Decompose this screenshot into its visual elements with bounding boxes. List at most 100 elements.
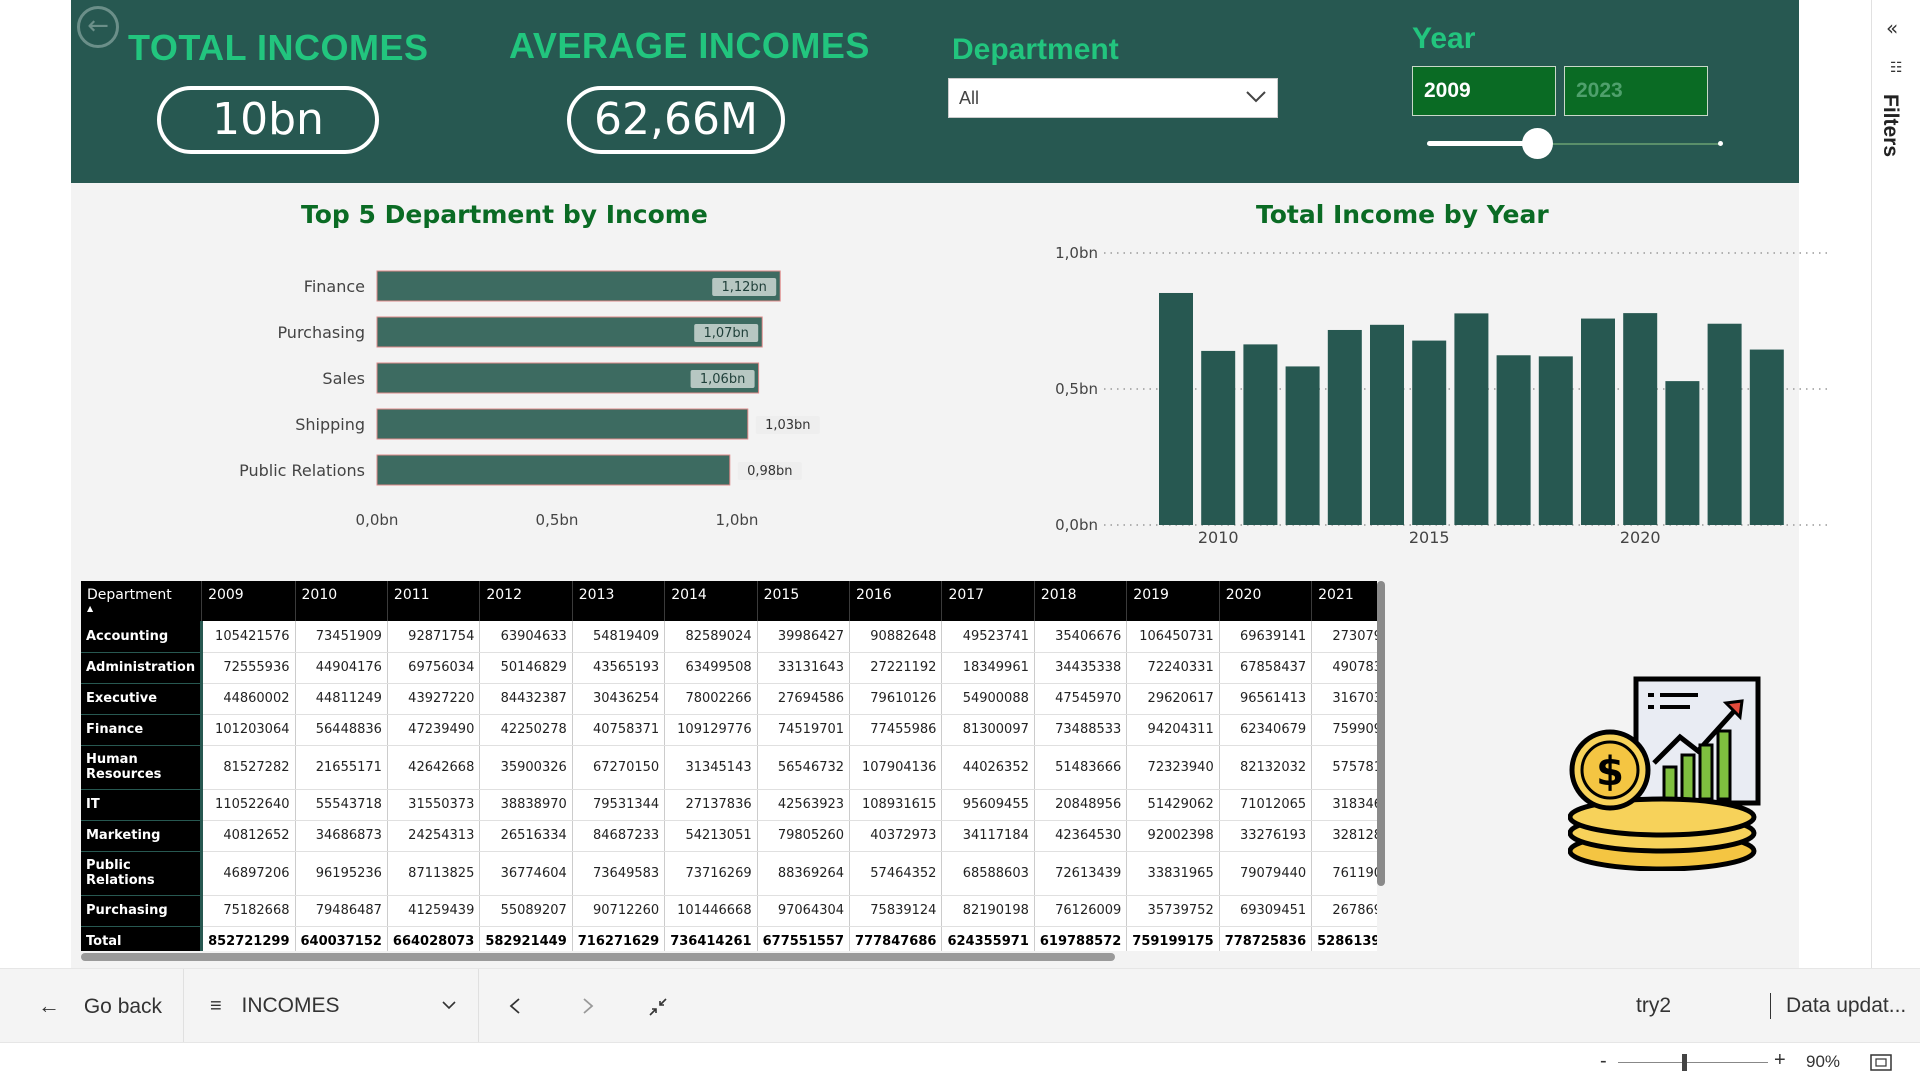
matrix-cell[interactable]: 105421576 bbox=[201, 621, 296, 653]
matrix-cell[interactable]: 42563923 bbox=[757, 789, 851, 821]
year-slider-end-handle[interactable] bbox=[1718, 141, 1723, 146]
matrix-cell[interactable]: 69756034 bbox=[387, 652, 481, 684]
matrix-cell[interactable]: 87113825 bbox=[387, 851, 481, 896]
matrix-cell[interactable]: 619788572 bbox=[1034, 926, 1128, 951]
column-header-year[interactable]: 2017 bbox=[941, 581, 1035, 621]
income-matrix[interactable]: Department ▲ 2009 2010 2011 2012 2013 2014 2015 2… bbox=[81, 581, 1377, 951]
matrix-cell[interactable]: 640037152 bbox=[295, 926, 388, 951]
matrix-cell[interactable]: 74519701 bbox=[757, 714, 851, 746]
matrix-cell[interactable]: 26516334 bbox=[479, 820, 573, 852]
matrix-cell[interactable]: 62340679 bbox=[1219, 714, 1313, 746]
matrix-cell[interactable]: 107904136 bbox=[849, 745, 943, 790]
matrix-cell[interactable]: 54900088 bbox=[941, 683, 1035, 715]
year-from-input[interactable]: 2009 bbox=[1412, 66, 1556, 116]
matrix-cell[interactable]: 57464352 bbox=[849, 851, 943, 896]
row-header-department[interactable]: Executive bbox=[81, 683, 204, 715]
matrix-cell[interactable]: 24254313 bbox=[387, 820, 481, 852]
matrix-cell[interactable]: 97064304 bbox=[757, 895, 851, 927]
matrix-cell[interactable]: 90882648 bbox=[849, 621, 943, 653]
matrix-cell[interactable]: 73649583 bbox=[572, 851, 666, 896]
matrix-cell[interactable]: 109129776 bbox=[664, 714, 758, 746]
column-header-year[interactable]: 2012 bbox=[479, 581, 573, 621]
row-header-department[interactable]: Total bbox=[81, 926, 204, 951]
matrix-cell[interactable]: 40372973 bbox=[849, 820, 943, 852]
matrix-cell[interactable]: 92871754 bbox=[387, 621, 481, 653]
matrix-cell[interactable]: 68588603 bbox=[941, 851, 1035, 896]
matrix-cell[interactable]: 63499508 bbox=[664, 652, 758, 684]
zoom-in-button[interactable]: + bbox=[1774, 1049, 1786, 1072]
matrix-cell[interactable]: 35900326 bbox=[479, 745, 573, 790]
matrix-cell[interactable]: 67858437 bbox=[1219, 652, 1313, 684]
row-header-department[interactable]: Finance bbox=[81, 714, 204, 746]
matrix-cell[interactable]: 736414261 bbox=[664, 926, 758, 951]
matrix-cell[interactable]: 84687233 bbox=[572, 820, 666, 852]
matrix-cell[interactable]: 108931615 bbox=[849, 789, 943, 821]
matrix-cell[interactable]: 96195236 bbox=[295, 851, 388, 896]
table-total-row[interactable]: Total 852721299 640037152 664028073 58292144… bbox=[81, 926, 1377, 951]
column-header-year[interactable]: 2015 bbox=[757, 581, 851, 621]
year-to-input[interactable]: 2023 bbox=[1564, 66, 1708, 116]
column-header-year[interactable]: 2021 bbox=[1311, 581, 1377, 621]
matrix-cell[interactable]: 56448836 bbox=[295, 714, 388, 746]
next-page-icon[interactable] bbox=[581, 997, 595, 1015]
matrix-cell[interactable]: 94204311 bbox=[1126, 714, 1220, 746]
matrix-cell[interactable]: 47545970 bbox=[1034, 683, 1128, 715]
matrix-cell[interactable]: 35739752 bbox=[1126, 895, 1220, 927]
matrix-cell[interactable]: 67270150 bbox=[572, 745, 666, 790]
matrix-cell[interactable]: 31834628 bbox=[1311, 789, 1377, 821]
matrix-cell[interactable]: 677551557 bbox=[757, 926, 851, 951]
matrix-cell[interactable]: 75839124 bbox=[849, 895, 943, 927]
matrix-cell[interactable]: 77455986 bbox=[849, 714, 943, 746]
row-header-department[interactable]: IT bbox=[81, 789, 204, 821]
year-slider-handle[interactable] bbox=[1522, 128, 1553, 159]
matrix-cell[interactable]: 44026352 bbox=[941, 745, 1035, 790]
matrix-cell[interactable]: 81527282 bbox=[201, 745, 296, 790]
matrix-cell[interactable]: 96561413 bbox=[1219, 683, 1313, 715]
matrix-cell[interactable]: 76119011 bbox=[1311, 851, 1377, 896]
previous-page-icon[interactable] bbox=[508, 997, 522, 1015]
matrix-cell[interactable]: 27221192 bbox=[849, 652, 943, 684]
matrix-cell[interactable]: 44860002 bbox=[201, 683, 296, 715]
column-header-year[interactable]: 2016 bbox=[849, 581, 943, 621]
matrix-cell[interactable]: 50146829 bbox=[479, 652, 573, 684]
matrix-cell[interactable]: 81300097 bbox=[941, 714, 1035, 746]
zoom-slider-handle[interactable] bbox=[1682, 1054, 1687, 1071]
matrix-cell[interactable]: 47239490 bbox=[387, 714, 481, 746]
matrix-cell[interactable]: 69309451 bbox=[1219, 895, 1313, 927]
fit-to-page-icon[interactable] bbox=[1870, 1054, 1892, 1071]
table-row[interactable]: Purchasing 75182668 79486487 41259439 550892… bbox=[81, 895, 1377, 927]
matrix-cell[interactable]: 38838970 bbox=[479, 789, 573, 821]
column-header-year[interactable]: 2014 bbox=[664, 581, 758, 621]
matrix-cell[interactable]: 43927220 bbox=[387, 683, 481, 715]
matrix-cell[interactable]: 63904633 bbox=[479, 621, 573, 653]
matrix-cell[interactable]: 82190198 bbox=[941, 895, 1035, 927]
matrix-cell[interactable]: 30436254 bbox=[572, 683, 666, 715]
zoom-slider-track[interactable] bbox=[1618, 1062, 1768, 1063]
table-row[interactable]: Finance 101203064 56448836 47239490 42250278… bbox=[81, 714, 1377, 746]
matrix-cell[interactable]: 35406676 bbox=[1034, 621, 1128, 653]
matrix-cell[interactable]: 31670345 bbox=[1311, 683, 1377, 715]
table-row[interactable]: Human Resources 81527282 21655171 42642668 3… bbox=[81, 745, 1377, 790]
matrix-cell[interactable]: 27307938 bbox=[1311, 621, 1377, 653]
matrix-cell[interactable]: 46897206 bbox=[201, 851, 296, 896]
column-header-year[interactable]: 2011 bbox=[387, 581, 481, 621]
matrix-cell[interactable]: 78002266 bbox=[664, 683, 758, 715]
matrix-cell[interactable]: 34117184 bbox=[941, 820, 1035, 852]
matrix-cell[interactable]: 34686873 bbox=[295, 820, 388, 852]
matrix-cell[interactable]: 18349961 bbox=[941, 652, 1035, 684]
matrix-cell[interactable]: 44811249 bbox=[295, 683, 388, 715]
matrix-cell[interactable]: 29620617 bbox=[1126, 683, 1220, 715]
matrix-cell[interactable]: 56546732 bbox=[757, 745, 851, 790]
matrix-cell[interactable]: 716271629 bbox=[572, 926, 666, 951]
matrix-cell[interactable]: 42642668 bbox=[387, 745, 481, 790]
matrix-cell[interactable]: 777847686 bbox=[849, 926, 943, 951]
matrix-cell[interactable]: 34435338 bbox=[1034, 652, 1128, 684]
matrix-cell[interactable]: 75182668 bbox=[201, 895, 296, 927]
matrix-cell[interactable]: 31345143 bbox=[664, 745, 758, 790]
matrix-cell[interactable]: 31550373 bbox=[387, 789, 481, 821]
table-row[interactable]: Executive 44860002 44811249 43927220 8443238… bbox=[81, 683, 1377, 715]
matrix-cell[interactable]: 39986427 bbox=[757, 621, 851, 653]
matrix-cell[interactable]: 73488533 bbox=[1034, 714, 1128, 746]
matrix-cell[interactable]: 49078359 bbox=[1311, 652, 1377, 684]
matrix-cell[interactable]: 73716269 bbox=[664, 851, 758, 896]
